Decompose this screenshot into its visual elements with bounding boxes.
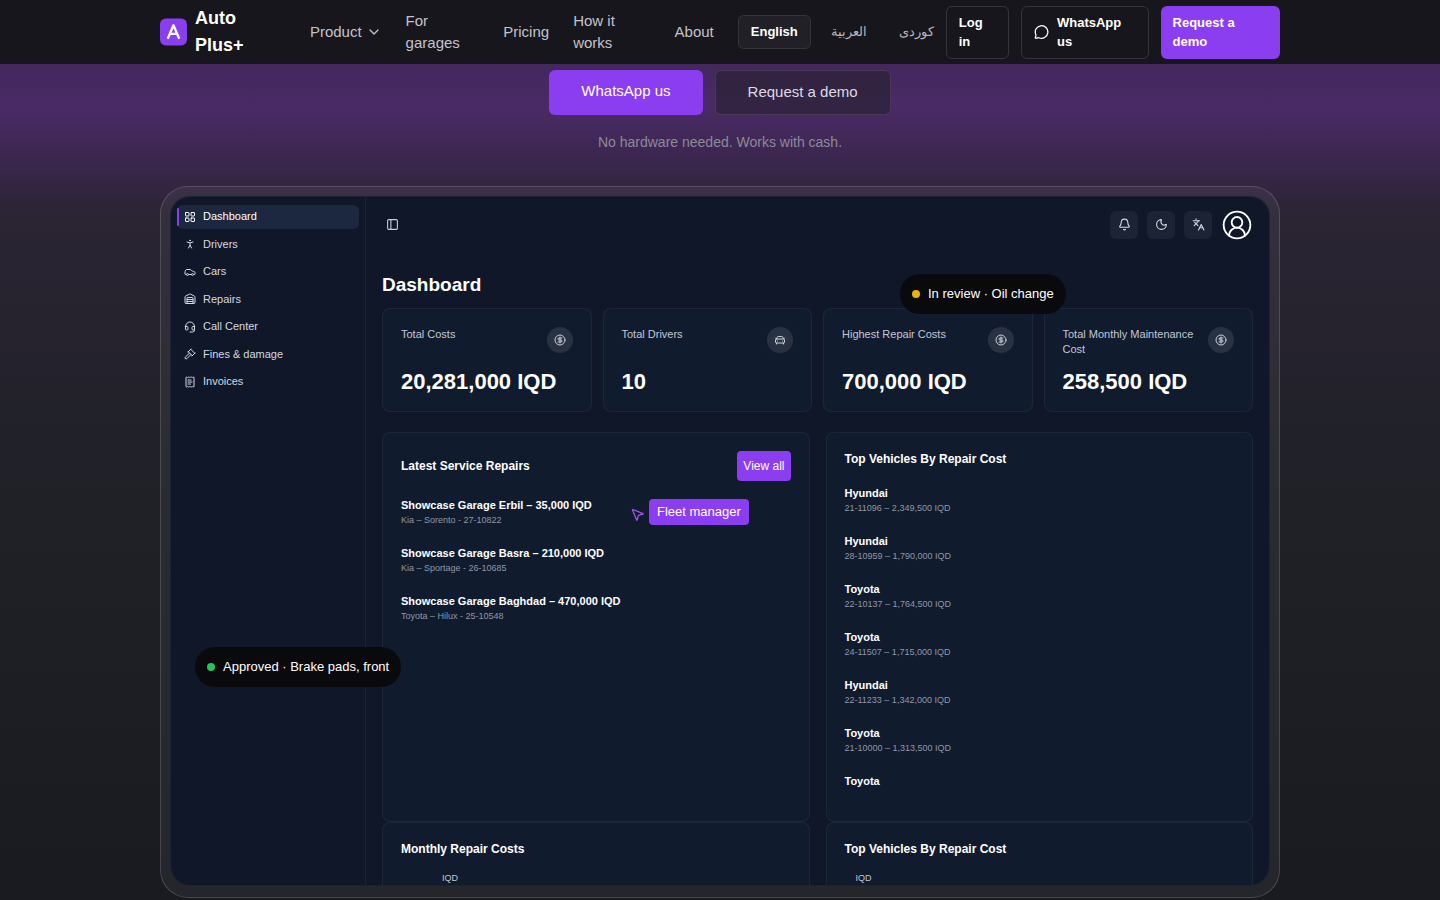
stat-icon bbox=[554, 334, 566, 346]
chevron-down-icon bbox=[366, 24, 382, 40]
sidebar: Dashboard Drivers Cars Repairs Call Center Fi… bbox=[171, 197, 366, 885]
sidebar-icon bbox=[184, 238, 196, 250]
stat-value: 20,281,000 IQD bbox=[401, 365, 573, 398]
sidebar-item[interactable]: Repairs bbox=[177, 287, 359, 311]
dashboard-title: Dashboard bbox=[382, 273, 1253, 297]
logo-icon bbox=[160, 18, 187, 46]
nav-link[interactable]: Product bbox=[310, 21, 382, 44]
vehicle-item[interactable]: Hyundai22-11233 – 1,342,000 IQD bbox=[845, 677, 1235, 725]
vehicle-item[interactable]: Toyota22-10137 – 1,764,500 IQD bbox=[845, 581, 1235, 629]
header-button[interactable] bbox=[1184, 211, 1212, 239]
status-badge: Approved · Brake pads, front bbox=[195, 647, 401, 687]
demo-button[interactable]: Request a demo bbox=[1161, 6, 1280, 59]
stat-card: Total Costs20,281,000 IQD bbox=[382, 308, 592, 412]
stat-icon bbox=[1215, 334, 1227, 346]
chart-card: Top Vehicles By Repair CostIQD bbox=[826, 822, 1254, 886]
stat-value: 258,500 IQD bbox=[1063, 365, 1235, 398]
page: Auto Plus+ Product For garages Pricing How i… bbox=[0, 0, 1440, 900]
repair-item[interactable]: Showcase Garage Basra – 210,000 IQDKia –… bbox=[401, 545, 791, 593]
stat-icon-wrap bbox=[767, 327, 793, 353]
stat-card: Total Monthly Maintenance Cost258,500 IQ… bbox=[1044, 308, 1254, 412]
stat-icon-wrap bbox=[547, 327, 573, 353]
status-dot bbox=[207, 663, 215, 671]
sidebar-item[interactable]: Call Center bbox=[177, 315, 359, 339]
sidebar-icon bbox=[184, 293, 196, 305]
header-button[interactable] bbox=[1110, 211, 1138, 239]
nav-link[interactable]: For garages bbox=[406, 10, 480, 55]
whatsapp-button[interactable]: WhatsApp us bbox=[1021, 6, 1149, 59]
nav-link[interactable]: About bbox=[675, 21, 714, 44]
sidebar-icon bbox=[184, 376, 196, 388]
sidebar-item[interactable]: Dashboard bbox=[177, 205, 359, 229]
hero: WhatsApp us Request a demo No hardware nee… bbox=[0, 64, 1440, 153]
dashboard-window: Dashboard Drivers Cars Repairs Call Center Fi… bbox=[170, 196, 1270, 886]
hero-button[interactable]: WhatsApp us bbox=[549, 70, 702, 115]
panel-toggle-icon[interactable] bbox=[386, 218, 399, 231]
brand[interactable]: Auto Plus+ bbox=[160, 5, 286, 59]
vehicle-item[interactable]: Toyota bbox=[845, 773, 1235, 821]
stat-value: 10 bbox=[622, 365, 794, 398]
header-button[interactable] bbox=[1147, 211, 1175, 239]
top-vehicles-card: Top Vehicles By Repair CostHyundai21-110… bbox=[826, 432, 1254, 822]
whatsapp-icon bbox=[1034, 24, 1049, 40]
stat-icon bbox=[995, 334, 1007, 346]
stat-card: Total Drivers10 bbox=[603, 308, 813, 412]
header-icon bbox=[1155, 218, 1168, 231]
status-dot bbox=[912, 290, 920, 298]
view-all-button[interactable]: View all bbox=[737, 451, 790, 481]
repair-item[interactable]: Showcase Garage Baghdad – 470,000 IQDToy… bbox=[401, 593, 791, 641]
chart-card: Monthly Repair CostsIQD bbox=[382, 822, 810, 886]
cursor-icon bbox=[630, 507, 645, 522]
stat-icon-wrap bbox=[1208, 327, 1234, 353]
sidebar-item[interactable]: Drivers bbox=[177, 232, 359, 256]
status-badge: In review · Oil change bbox=[900, 274, 1066, 314]
latest-repairs-card: Latest Service RepairsView allShowcase G… bbox=[382, 432, 810, 822]
sidebar-item[interactable]: Fines & damage bbox=[177, 342, 359, 366]
stat-icon-wrap bbox=[988, 327, 1014, 353]
sidebar-icon bbox=[184, 211, 196, 223]
axis-label: IQD bbox=[442, 872, 791, 886]
login-button[interactable]: Log in bbox=[946, 6, 1009, 59]
language-option[interactable]: English bbox=[738, 15, 811, 49]
sidebar-item[interactable]: Invoices bbox=[177, 370, 359, 394]
hero-button[interactable]: Request a demo bbox=[715, 70, 891, 115]
header bbox=[382, 197, 1253, 253]
vehicle-item[interactable]: Toyota24-11507 – 1,715,000 IQD bbox=[845, 629, 1235, 677]
main: DashboardTotal Costs20,281,000 IQDTotal … bbox=[366, 197, 1269, 885]
hero-note: No hardware needed. Works with cash. bbox=[598, 132, 842, 153]
avatar-icon[interactable] bbox=[1221, 209, 1253, 241]
header-icon bbox=[1192, 218, 1205, 231]
language-option[interactable]: العربية bbox=[819, 16, 879, 48]
sidebar-icon bbox=[184, 348, 196, 360]
stat-icon bbox=[774, 334, 786, 346]
vehicle-item[interactable]: Hyundai21-11096 – 2,349,500 IQD bbox=[845, 485, 1235, 533]
active-indicator bbox=[177, 208, 179, 226]
vehicle-item[interactable]: Hyundai28-10959 – 1,790,000 IQD bbox=[845, 533, 1235, 581]
language-option[interactable]: كوردی bbox=[887, 16, 946, 48]
top-nav: Auto Plus+ Product For garages Pricing How i… bbox=[0, 0, 1440, 64]
sidebar-item[interactable]: Cars bbox=[177, 260, 359, 284]
cursor-tag: Fleet manager bbox=[630, 499, 749, 525]
axis-label: IQD bbox=[856, 872, 1235, 886]
vehicle-item[interactable]: Toyota21-10000 – 1,313,500 IQD bbox=[845, 725, 1235, 773]
nav-link[interactable]: How it works bbox=[573, 10, 650, 55]
sidebar-icon bbox=[184, 321, 196, 333]
dashboard-frame: Dashboard Drivers Cars Repairs Call Center Fi… bbox=[160, 186, 1280, 898]
stat-value: 700,000 IQD bbox=[842, 365, 1014, 398]
stat-card: Highest Repair Costs700,000 IQD bbox=[823, 308, 1033, 412]
sidebar-icon bbox=[184, 266, 196, 278]
nav-link[interactable]: Pricing bbox=[503, 21, 549, 44]
header-icon bbox=[1118, 218, 1131, 231]
